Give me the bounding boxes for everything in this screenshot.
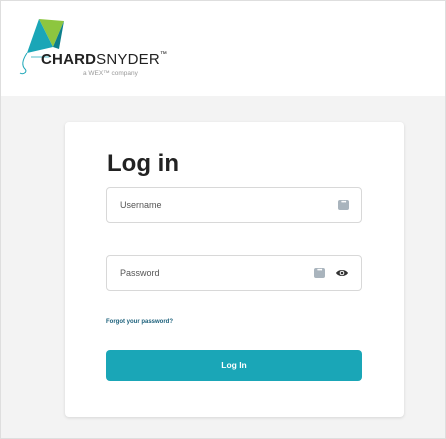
site-header: CHARDSNYDER™ a WEX™ company (1, 1, 445, 96)
brand-name: CHARDSNYDER™ (41, 51, 167, 68)
page-title: Log in (107, 150, 179, 177)
login-page: CHARDSNYDER™ a WEX™ company Log in Usern… (0, 0, 446, 439)
password-manager-icon[interactable]: ••• (338, 200, 349, 210)
forgot-password-link[interactable]: Forgot your password? (106, 319, 173, 325)
show-password-eye-icon[interactable] (335, 268, 349, 278)
username-input[interactable]: Username (120, 188, 162, 222)
brand-name-bold: CHARD (41, 51, 97, 68)
password-input[interactable]: Password (120, 256, 160, 290)
brand-trademark: ™ (159, 51, 168, 58)
brand-tagline: a WEX™ company (83, 70, 138, 77)
username-field[interactable]: Username ••• (106, 187, 362, 223)
login-card: Log in Username ••• Password ••• Forgot … (65, 122, 404, 417)
login-button[interactable]: Log In (106, 350, 362, 381)
password-field[interactable]: Password ••• (106, 255, 362, 291)
brand-name-light: SNYDER (96, 51, 160, 68)
kite-icon (19, 19, 64, 75)
password-manager-icon[interactable]: ••• (314, 268, 325, 278)
